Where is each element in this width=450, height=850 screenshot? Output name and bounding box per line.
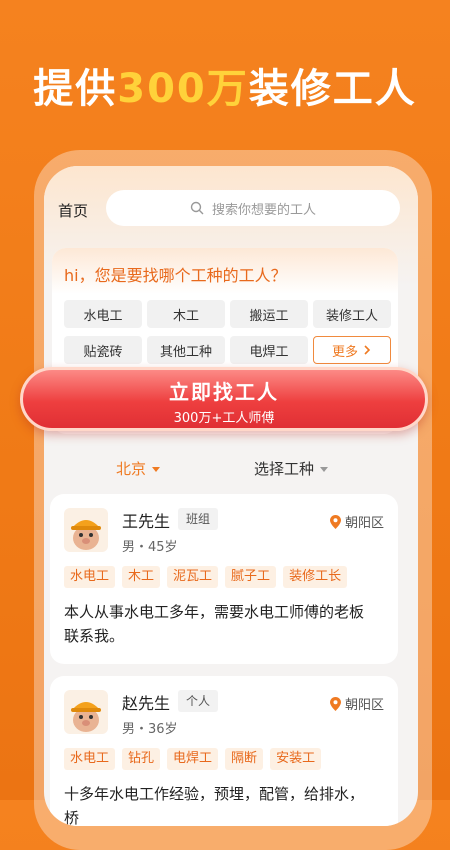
more-label: 更多: [331, 344, 358, 360]
trade-chip[interactable]: 搬运工: [230, 300, 308, 328]
phone-screen: 首页 搜索你想要的工人 hi，您是要找哪个工种的工人？ 水电工 木工 搬运工 装…: [44, 166, 418, 826]
trade-filter-label: 选择工种: [254, 460, 315, 478]
worker-meta: 男・45岁: [122, 540, 178, 555]
skill-tag: 木工: [122, 566, 161, 588]
dropdown-arrow-icon: [320, 467, 329, 472]
panel-title: hi，您是要找哪个工种的工人？: [64, 266, 287, 285]
search-placeholder: 搜索你想要的工人: [211, 202, 316, 218]
location-label: 朝阳区: [344, 698, 384, 713]
city-filter[interactable]: 北京: [116, 458, 161, 479]
cta-main-label: 立即找工人: [169, 380, 279, 404]
worker-avatar: [64, 508, 108, 552]
worker-role-badge: 班组: [178, 508, 219, 530]
trade-chip[interactable]: 贴瓷砖: [64, 336, 142, 364]
skill-tag: 隔断: [225, 748, 264, 770]
trade-chip[interactable]: 水电工: [64, 300, 142, 328]
worker-avatar: [64, 690, 108, 734]
more-trades-button[interactable]: 更多: [313, 336, 391, 364]
promo-headline: 提供300万装修工人: [0, 56, 450, 114]
skill-tag: 钻孔: [122, 748, 161, 770]
worker-description: 十多年水电工作经验，预埋，配管，给排水，桥: [64, 785, 365, 826]
location-pin-icon: [329, 696, 341, 711]
cta-sub-label: 300万+工人师傅: [173, 411, 275, 426]
location-pin-icon: [329, 514, 341, 529]
find-workers-button[interactable]: 立即找工人 300万+工人师傅: [20, 367, 428, 431]
location-label: 朝阳区: [344, 516, 384, 531]
skill-tag: 电焊工: [167, 748, 219, 770]
skill-tag: 安装工: [270, 748, 322, 770]
trade-chip[interactable]: 装修工人: [313, 300, 391, 328]
worker-card[interactable]: 赵先生 个人 朝阳区 男・36岁 水电工 钻孔 电焊工 隔断 安装工 十多年水电…: [50, 676, 398, 826]
headline-suffix: 装修工人: [248, 66, 417, 112]
worker-tags: 水电工 木工 泥瓦工 腻子工 装修工长: [64, 566, 348, 588]
trade-filter[interactable]: 选择工种: [254, 458, 329, 479]
skill-tag: 装修工长: [283, 566, 348, 588]
worker-tags: 水电工 钻孔 电焊工 隔断 安装工: [64, 748, 322, 770]
worker-name: 赵先生: [122, 694, 171, 713]
chevron-right-icon: [364, 345, 371, 355]
worker-description: 本人从事水电工多年，需要水电工师傅的老板联系我。: [64, 603, 365, 645]
worker-card[interactable]: 王先生 班组 朝阳区 男・45岁 水电工 木工 泥瓦工 腻子工 装修工长 本人从…: [50, 494, 398, 664]
dropdown-arrow-icon: [152, 467, 161, 472]
worker-role-badge: 个人: [178, 690, 219, 712]
trade-chip[interactable]: 木工: [147, 300, 225, 328]
headline-prefix: 提供: [33, 66, 118, 112]
worker-meta: 男・36岁: [122, 722, 178, 737]
trade-chips: 水电工 木工 搬运工 装修工人 贴瓷砖 其他工种 电焊工 更多: [64, 300, 396, 364]
skill-tag: 腻子工: [225, 566, 277, 588]
search-input[interactable]: 搜索你想要的工人: [106, 190, 400, 226]
trade-chip[interactable]: 其他工种: [147, 336, 225, 364]
worker-location: 朝阳区: [329, 694, 384, 713]
skill-tag: 泥瓦工: [167, 566, 219, 588]
skill-tag: 水电工: [64, 748, 116, 770]
headline-highlight: 300万: [117, 66, 249, 112]
filter-bar: 北京 选择工种: [44, 454, 418, 484]
worker-name: 王先生: [122, 512, 171, 531]
skill-tag: 水电工: [64, 566, 116, 588]
search-icon: [190, 201, 204, 215]
worker-location: 朝阳区: [329, 512, 384, 531]
trade-chip[interactable]: 电焊工: [230, 336, 308, 364]
nav-title[interactable]: 首页: [58, 200, 88, 221]
city-filter-label: 北京: [116, 460, 147, 478]
